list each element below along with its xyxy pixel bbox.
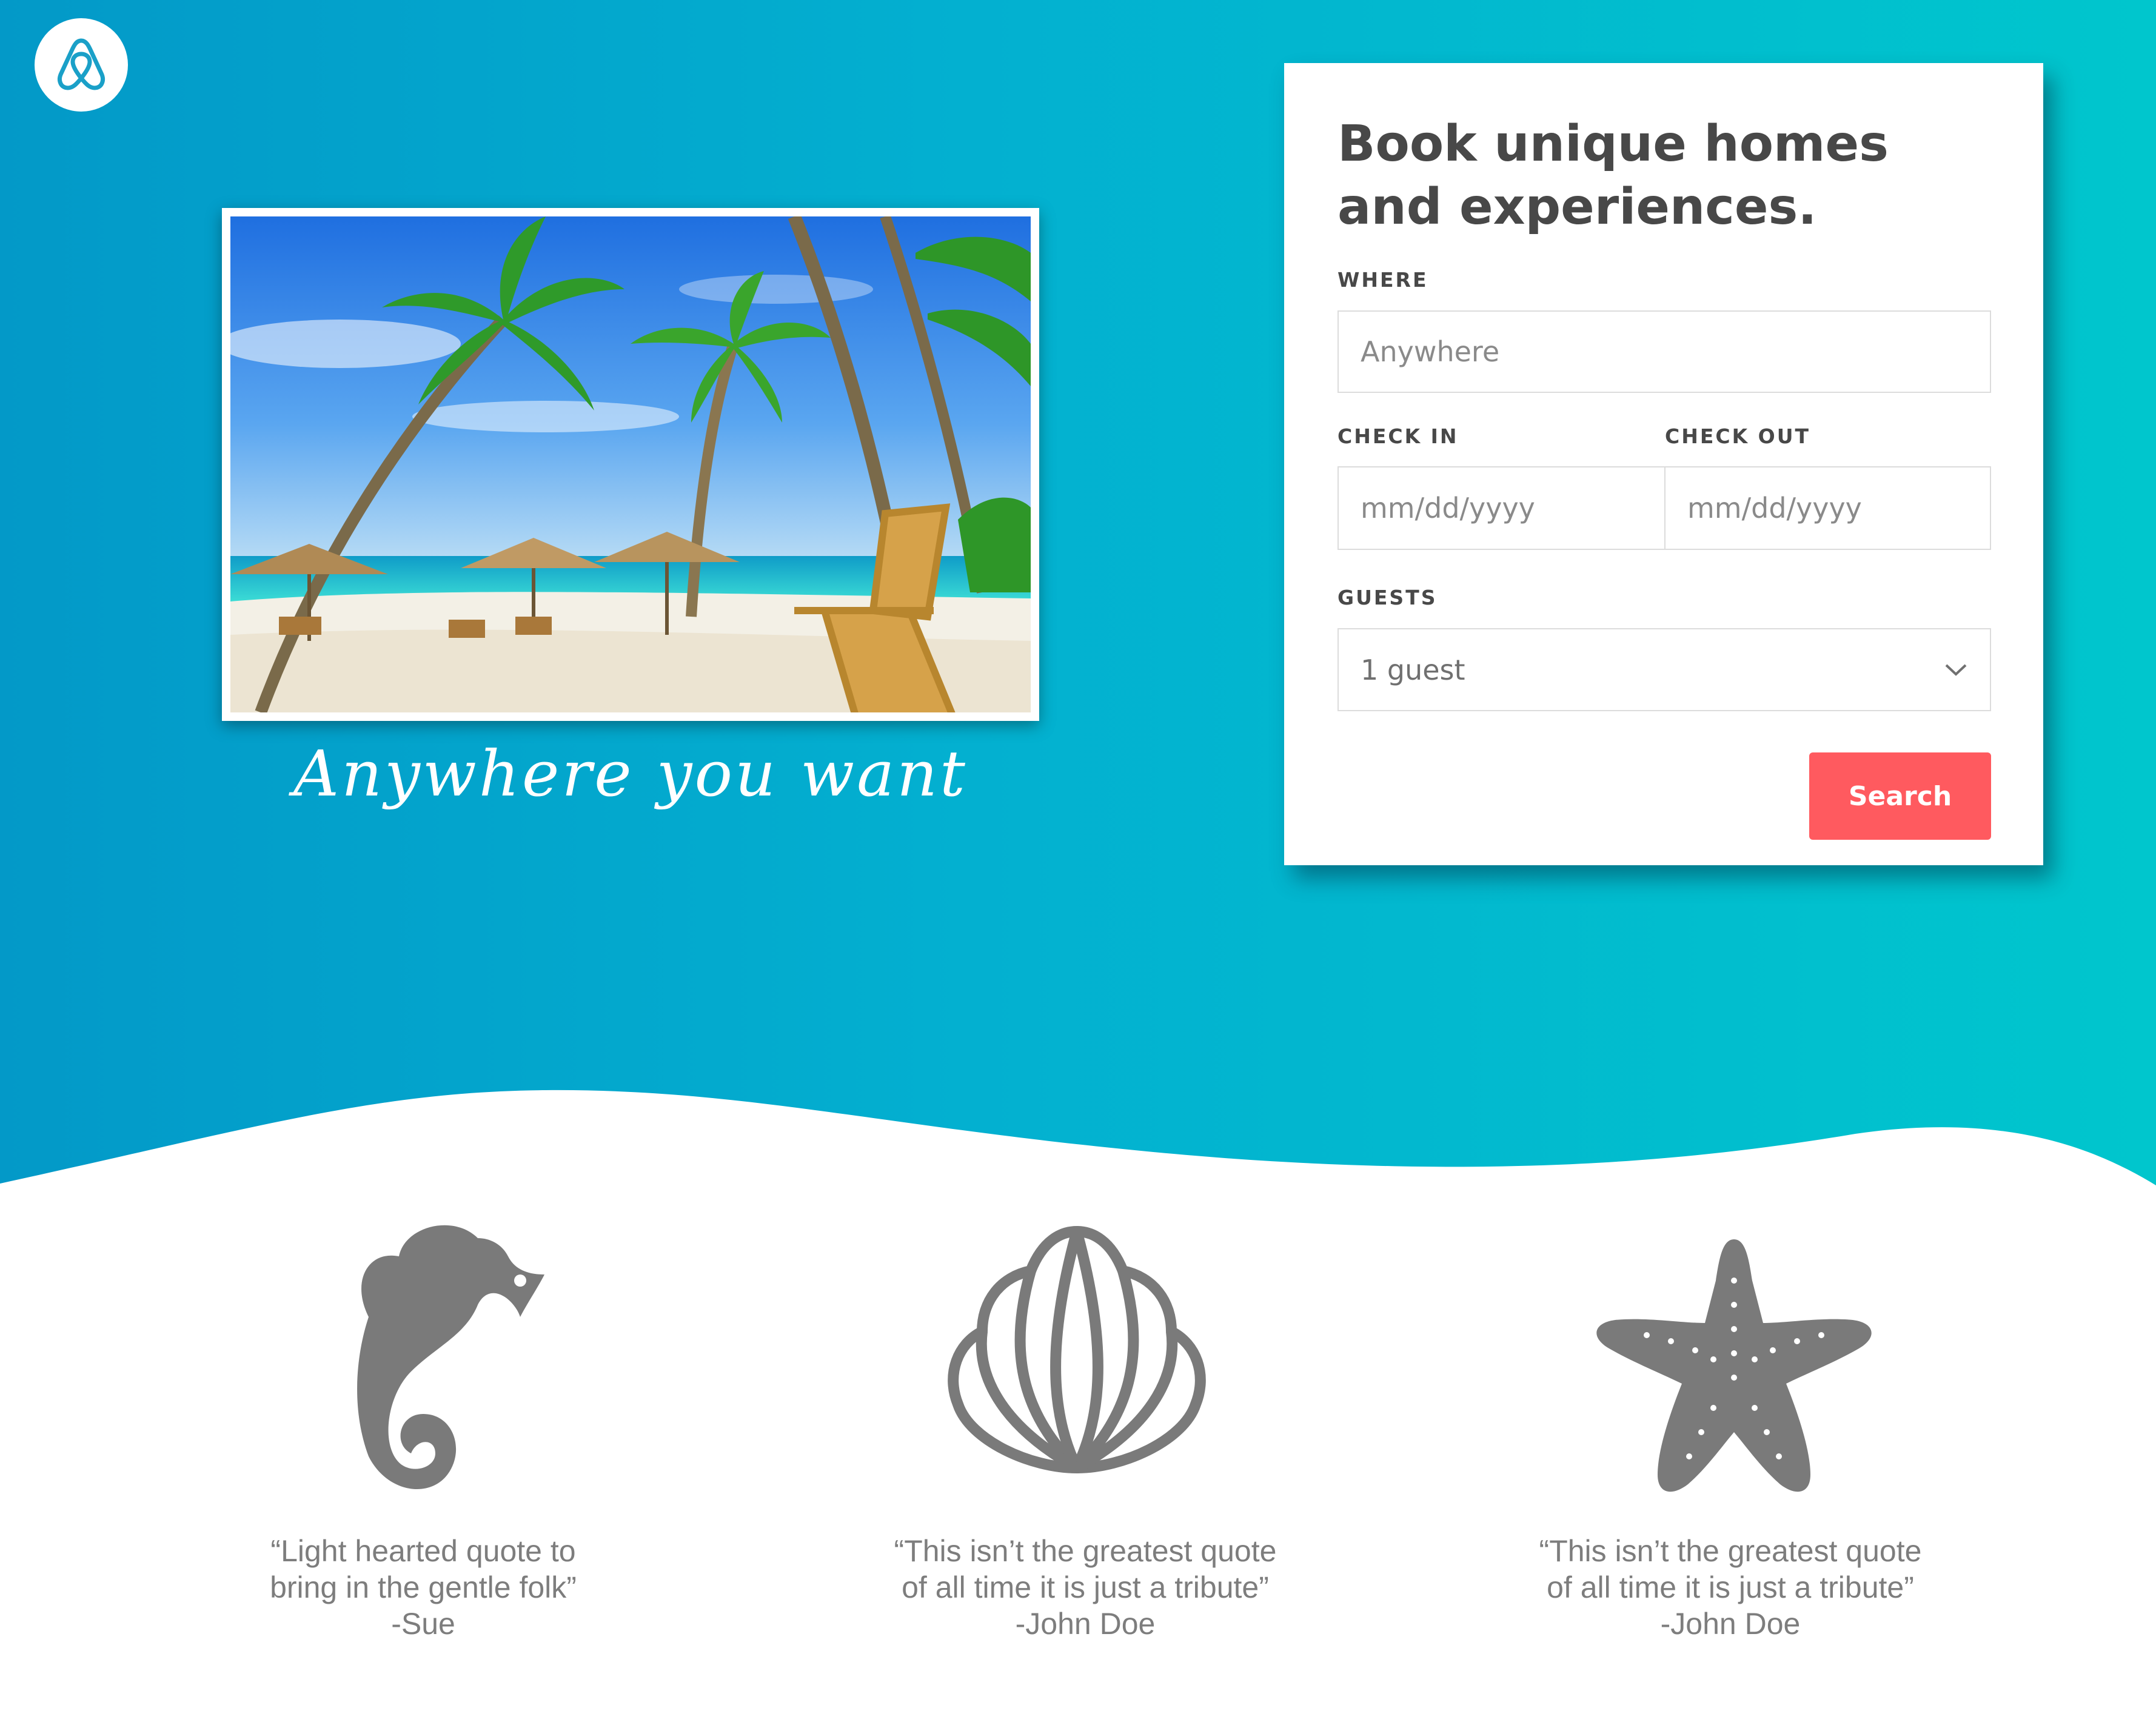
booking-card: Book unique homes and experiences. WHERE… — [1284, 63, 2043, 865]
chevron-down-icon — [1945, 664, 1967, 676]
testimonial-3-author: -John Doe — [1660, 1607, 1801, 1641]
testimonial-1-line1: “Light hearted quote to — [270, 1534, 576, 1568]
testimonial-2-line1: “This isn’t the greatest quote — [894, 1534, 1277, 1568]
testimonial-3-line1: “This isn’t the greatest quote — [1539, 1534, 1922, 1568]
testimonial-1-line2: bring in the gentle folk” — [270, 1570, 577, 1604]
airbnb-logo[interactable] — [35, 18, 128, 112]
check-out-input[interactable] — [1664, 466, 1991, 550]
booking-heading: Book unique homes and experiences. — [1337, 115, 1889, 236]
airbnb-belo-icon — [58, 38, 105, 90]
search-button[interactable]: Search — [1809, 752, 1991, 840]
beach-photo — [230, 216, 1031, 712]
testimonial-2: “This isn’t the greatest quote of all ti… — [855, 1533, 1316, 1642]
testimonial-2-author: -John Doe — [1015, 1607, 1156, 1641]
guests-label: GUESTS — [1337, 586, 1438, 609]
testimonial-3-line2: of all time it is just a tribute” — [1547, 1570, 1914, 1604]
where-label: WHERE — [1337, 268, 1428, 292]
check-in-input[interactable] — [1337, 466, 1666, 550]
beach-illustration — [230, 216, 1031, 712]
hero-tagline: Anywhere you want — [293, 737, 968, 811]
testimonial-3: “This isn’t the greatest quote of all ti… — [1500, 1533, 1961, 1642]
check-in-label: CHECK IN — [1337, 424, 1459, 448]
seahorse-icon — [357, 1225, 544, 1489]
wave-divider — [0, 1090, 2156, 1213]
testimonial-1-author: -Sue — [391, 1607, 455, 1641]
testimonial-2-line2: of all time it is just a tribute” — [902, 1570, 1269, 1604]
seashell-icon — [948, 1226, 1206, 1473]
starfish-icon — [1596, 1239, 1872, 1492]
guests-select[interactable]: 1 guest — [1337, 628, 1991, 711]
guests-value: 1 guest — [1361, 653, 1465, 686]
hero-photo-frame — [222, 208, 1039, 721]
testimonial-1: “Light hearted quote to bring in the gen… — [193, 1533, 654, 1642]
check-out-label: CHECK OUT — [1665, 424, 1811, 448]
where-input[interactable] — [1337, 310, 1991, 393]
